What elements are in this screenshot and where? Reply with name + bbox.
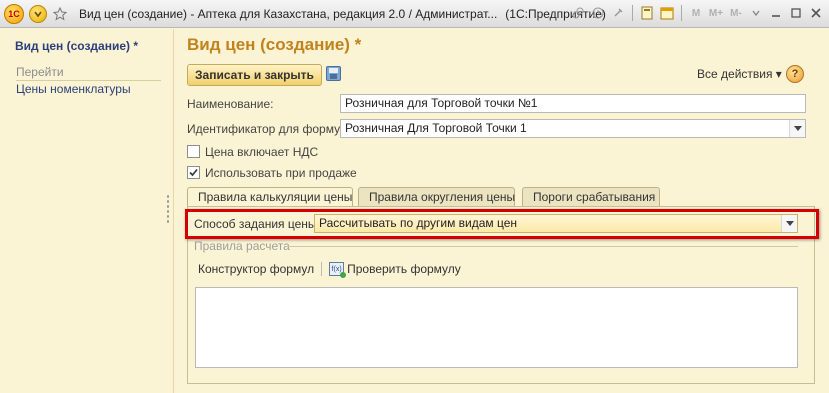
window-titlebar: 1С Вид цен (создание) - Аптека для Казах… [0, 0, 829, 28]
toolbar-divider [681, 5, 682, 21]
minimize-icon [772, 15, 780, 17]
nav-go-header: Перейти [16, 65, 161, 81]
pin-icon [614, 8, 623, 17]
app-logo-text: 1С [8, 8, 20, 19]
memory-minus-button[interactable]: M- [727, 8, 745, 19]
highlight-frame [185, 209, 819, 239]
chevron-down-icon [34, 11, 42, 17]
tab-calculation-rules[interactable]: Правила калькуляции цены [187, 187, 353, 208]
memory-plus-button[interactable]: M+ [707, 8, 725, 19]
nav-link-price-items[interactable]: Цены номенклатуры [16, 82, 131, 96]
tab-thresholds[interactable]: Пороги срабатывания [522, 187, 660, 206]
check-formula-button[interactable]: Проверить формулу [347, 262, 461, 276]
form-area: Вид цен (создание) * Записать и закрыть … [173, 29, 829, 393]
formula-id-value: Розничная Для Торговой Точки 1 [345, 121, 527, 135]
calculator-icon [641, 6, 653, 20]
titlebar-tools: M M+ M- [569, 4, 825, 22]
toolbar-divider [632, 5, 633, 21]
formula-id-dropdown-button[interactable] [789, 120, 805, 137]
app-logo-icon[interactable]: 1С [4, 3, 24, 24]
calendar-button[interactable] [658, 4, 676, 22]
formula-check-icon[interactable]: f(x) [329, 262, 347, 278]
favorite-star-button[interactable] [51, 5, 69, 23]
close-button[interactable] [807, 4, 825, 22]
chevron-down-icon [752, 10, 760, 17]
checkmark-icon [189, 168, 198, 177]
name-field[interactable]: Розничная для Торговой точки №1 [340, 94, 806, 113]
chevron-down-icon [793, 125, 802, 131]
calc-rules-group-title: Правила расчета [194, 239, 290, 253]
maximize-icon [791, 8, 801, 18]
attach-button[interactable] [609, 4, 627, 22]
window-title: Вид цен (создание) - Аптека для Казахста… [79, 6, 498, 21]
formula-toolbar-divider [321, 262, 323, 276]
name-label: Наименование: [187, 97, 274, 111]
calc-rules-group-divider [287, 246, 798, 247]
save-disk-icon[interactable] [326, 66, 341, 81]
vat-checkbox[interactable] [187, 145, 200, 158]
panel-splitter[interactable] [163, 29, 173, 393]
formula-text-area[interactable] [195, 287, 798, 368]
maximize-button[interactable] [787, 4, 805, 22]
formula-id-label: Идентификатор для формул: [187, 122, 351, 136]
save-and-close-button[interactable]: Записать и закрыть [187, 64, 322, 86]
history-button[interactable] [589, 4, 607, 22]
tab-rounding-rules[interactable]: Правила округления цены [358, 187, 515, 206]
close-icon [811, 8, 821, 18]
link-icon [572, 7, 584, 19]
use-on-sale-label[interactable]: Использовать при продаже [205, 166, 357, 180]
star-icon [53, 6, 67, 21]
form-title: Вид цен (создание) * [187, 35, 362, 54]
vat-label[interactable]: Цена включает НДС [205, 145, 318, 159]
formula-toolbar: Конструктор формул f(x) Проверить формул… [198, 262, 461, 278]
splitter-grip-icon[interactable] [166, 194, 170, 224]
formula-builder-button[interactable]: Конструктор формул [198, 262, 314, 276]
calculator-button[interactable] [638, 4, 656, 22]
formula-id-field[interactable]: Розничная Для Торговой Точки 1 [340, 119, 806, 138]
help-button[interactable]: ? [786, 65, 804, 83]
nav-current-form[interactable]: Вид цен (создание) * [15, 39, 138, 53]
calendar-icon [660, 7, 674, 20]
window-menu-button[interactable] [747, 4, 765, 22]
link-button[interactable] [569, 4, 587, 22]
navigation-panel: Вид цен (создание) * Перейти Цены номенк… [0, 29, 163, 393]
memory-button[interactable]: M [687, 8, 705, 19]
use-on-sale-checkbox[interactable] [187, 166, 200, 179]
history-icon [592, 7, 604, 19]
minimize-button[interactable] [767, 4, 785, 22]
help-icon: ? [791, 68, 799, 80]
main-menu-button[interactable] [29, 4, 47, 23]
all-actions-menu[interactable]: Все действия ▾ [697, 67, 782, 81]
